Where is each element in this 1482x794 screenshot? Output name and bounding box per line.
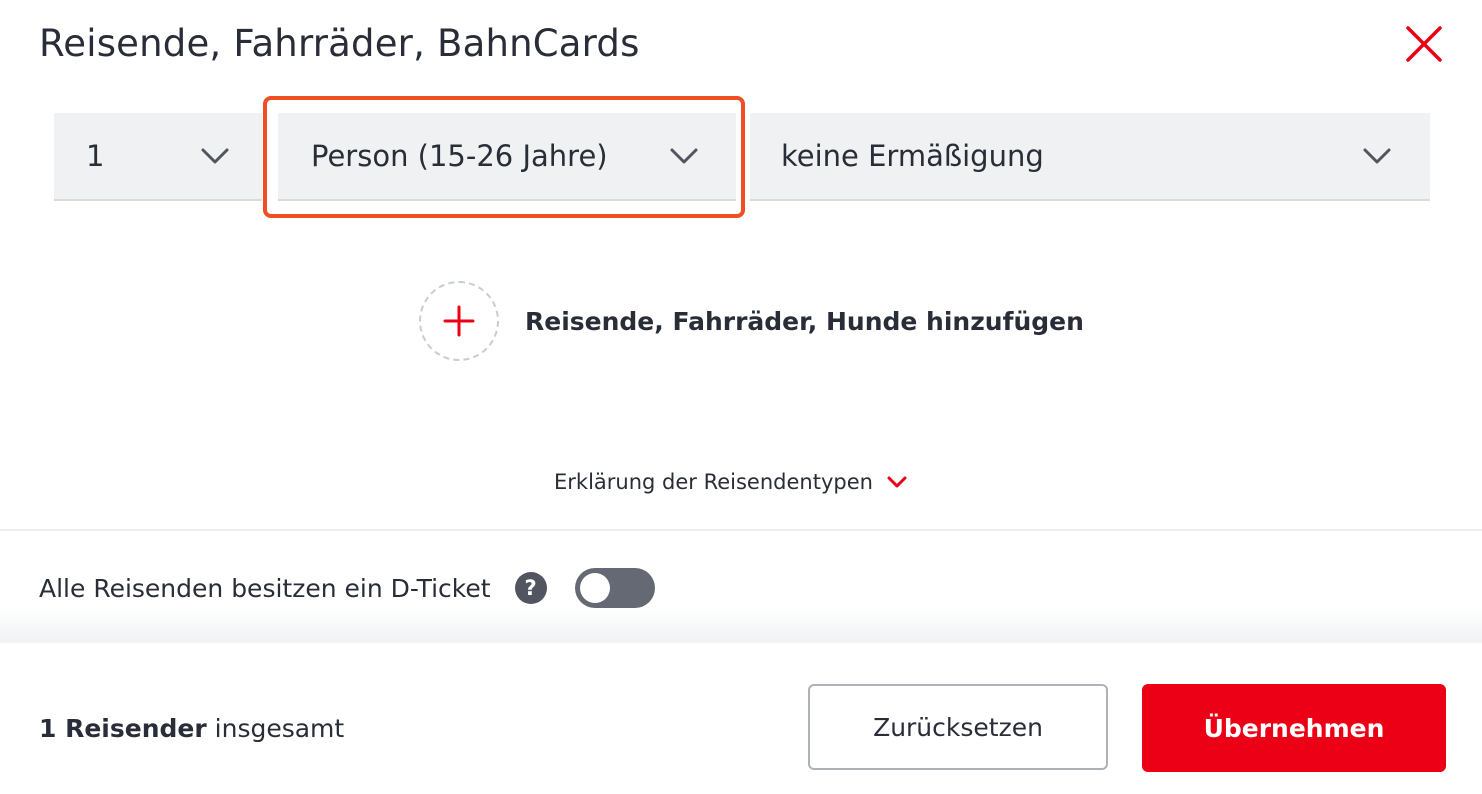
explanation-label: Erklärung der Reisendentypen bbox=[554, 470, 873, 494]
dticket-row: Alle Reisenden besitzen ein D-Ticket ? bbox=[39, 566, 655, 610]
traveler-row: 1 Person (15-26 Jahre) keine Ermäßigung bbox=[54, 113, 1430, 201]
add-circle bbox=[419, 281, 499, 361]
traveler-count-select[interactable]: 1 bbox=[54, 113, 262, 201]
help-icon[interactable]: ? bbox=[514, 572, 547, 604]
toggle-knob bbox=[579, 573, 610, 603]
discount-value: keine Ermäßigung bbox=[781, 139, 1044, 173]
close-button[interactable] bbox=[1402, 22, 1446, 66]
traveler-total-suffix: insgesamt bbox=[206, 714, 345, 743]
dialog-title: Reisende, Fahrräder, BahnCards bbox=[39, 22, 640, 65]
dialog-footer: 1 Reisender insgesamt Zurücksetzen Übern… bbox=[0, 643, 1482, 794]
discount-select[interactable]: keine Ermäßigung bbox=[750, 113, 1430, 201]
chevron-down-icon bbox=[1363, 148, 1391, 164]
add-traveler-label: Reisende, Fahrräder, Hunde hinzufügen bbox=[525, 306, 1084, 336]
reset-button[interactable]: Zurücksetzen bbox=[808, 684, 1108, 770]
traveler-type-select[interactable]: Person (15-26 Jahre) bbox=[278, 113, 736, 201]
dticket-label: Alle Reisenden besitzen ein D-Ticket bbox=[39, 573, 491, 603]
footer-shadow bbox=[0, 608, 1482, 644]
traveler-count-value: 1 bbox=[86, 139, 105, 173]
plus-icon bbox=[443, 305, 475, 337]
traveler-total: 1 Reisender insgesamt bbox=[39, 709, 344, 749]
apply-button[interactable]: Übernehmen bbox=[1142, 684, 1446, 772]
divider bbox=[0, 529, 1482, 531]
traveler-types-explanation-toggle[interactable]: Erklärung der Reisendentypen bbox=[554, 466, 907, 498]
dticket-toggle[interactable] bbox=[574, 568, 655, 608]
chevron-down-icon bbox=[201, 148, 229, 164]
traveler-total-count: 1 Reisender bbox=[39, 714, 207, 743]
close-icon bbox=[1406, 26, 1442, 62]
travelers-dialog: Reisende, Fahrräder, BahnCards 1 Person … bbox=[0, 0, 1482, 794]
add-traveler-button[interactable]: Reisende, Fahrräder, Hunde hinzufügen bbox=[419, 281, 1084, 361]
chevron-down-icon bbox=[670, 148, 698, 164]
chevron-down-icon bbox=[887, 476, 907, 488]
traveler-type-value: Person (15-26 Jahre) bbox=[311, 139, 608, 173]
